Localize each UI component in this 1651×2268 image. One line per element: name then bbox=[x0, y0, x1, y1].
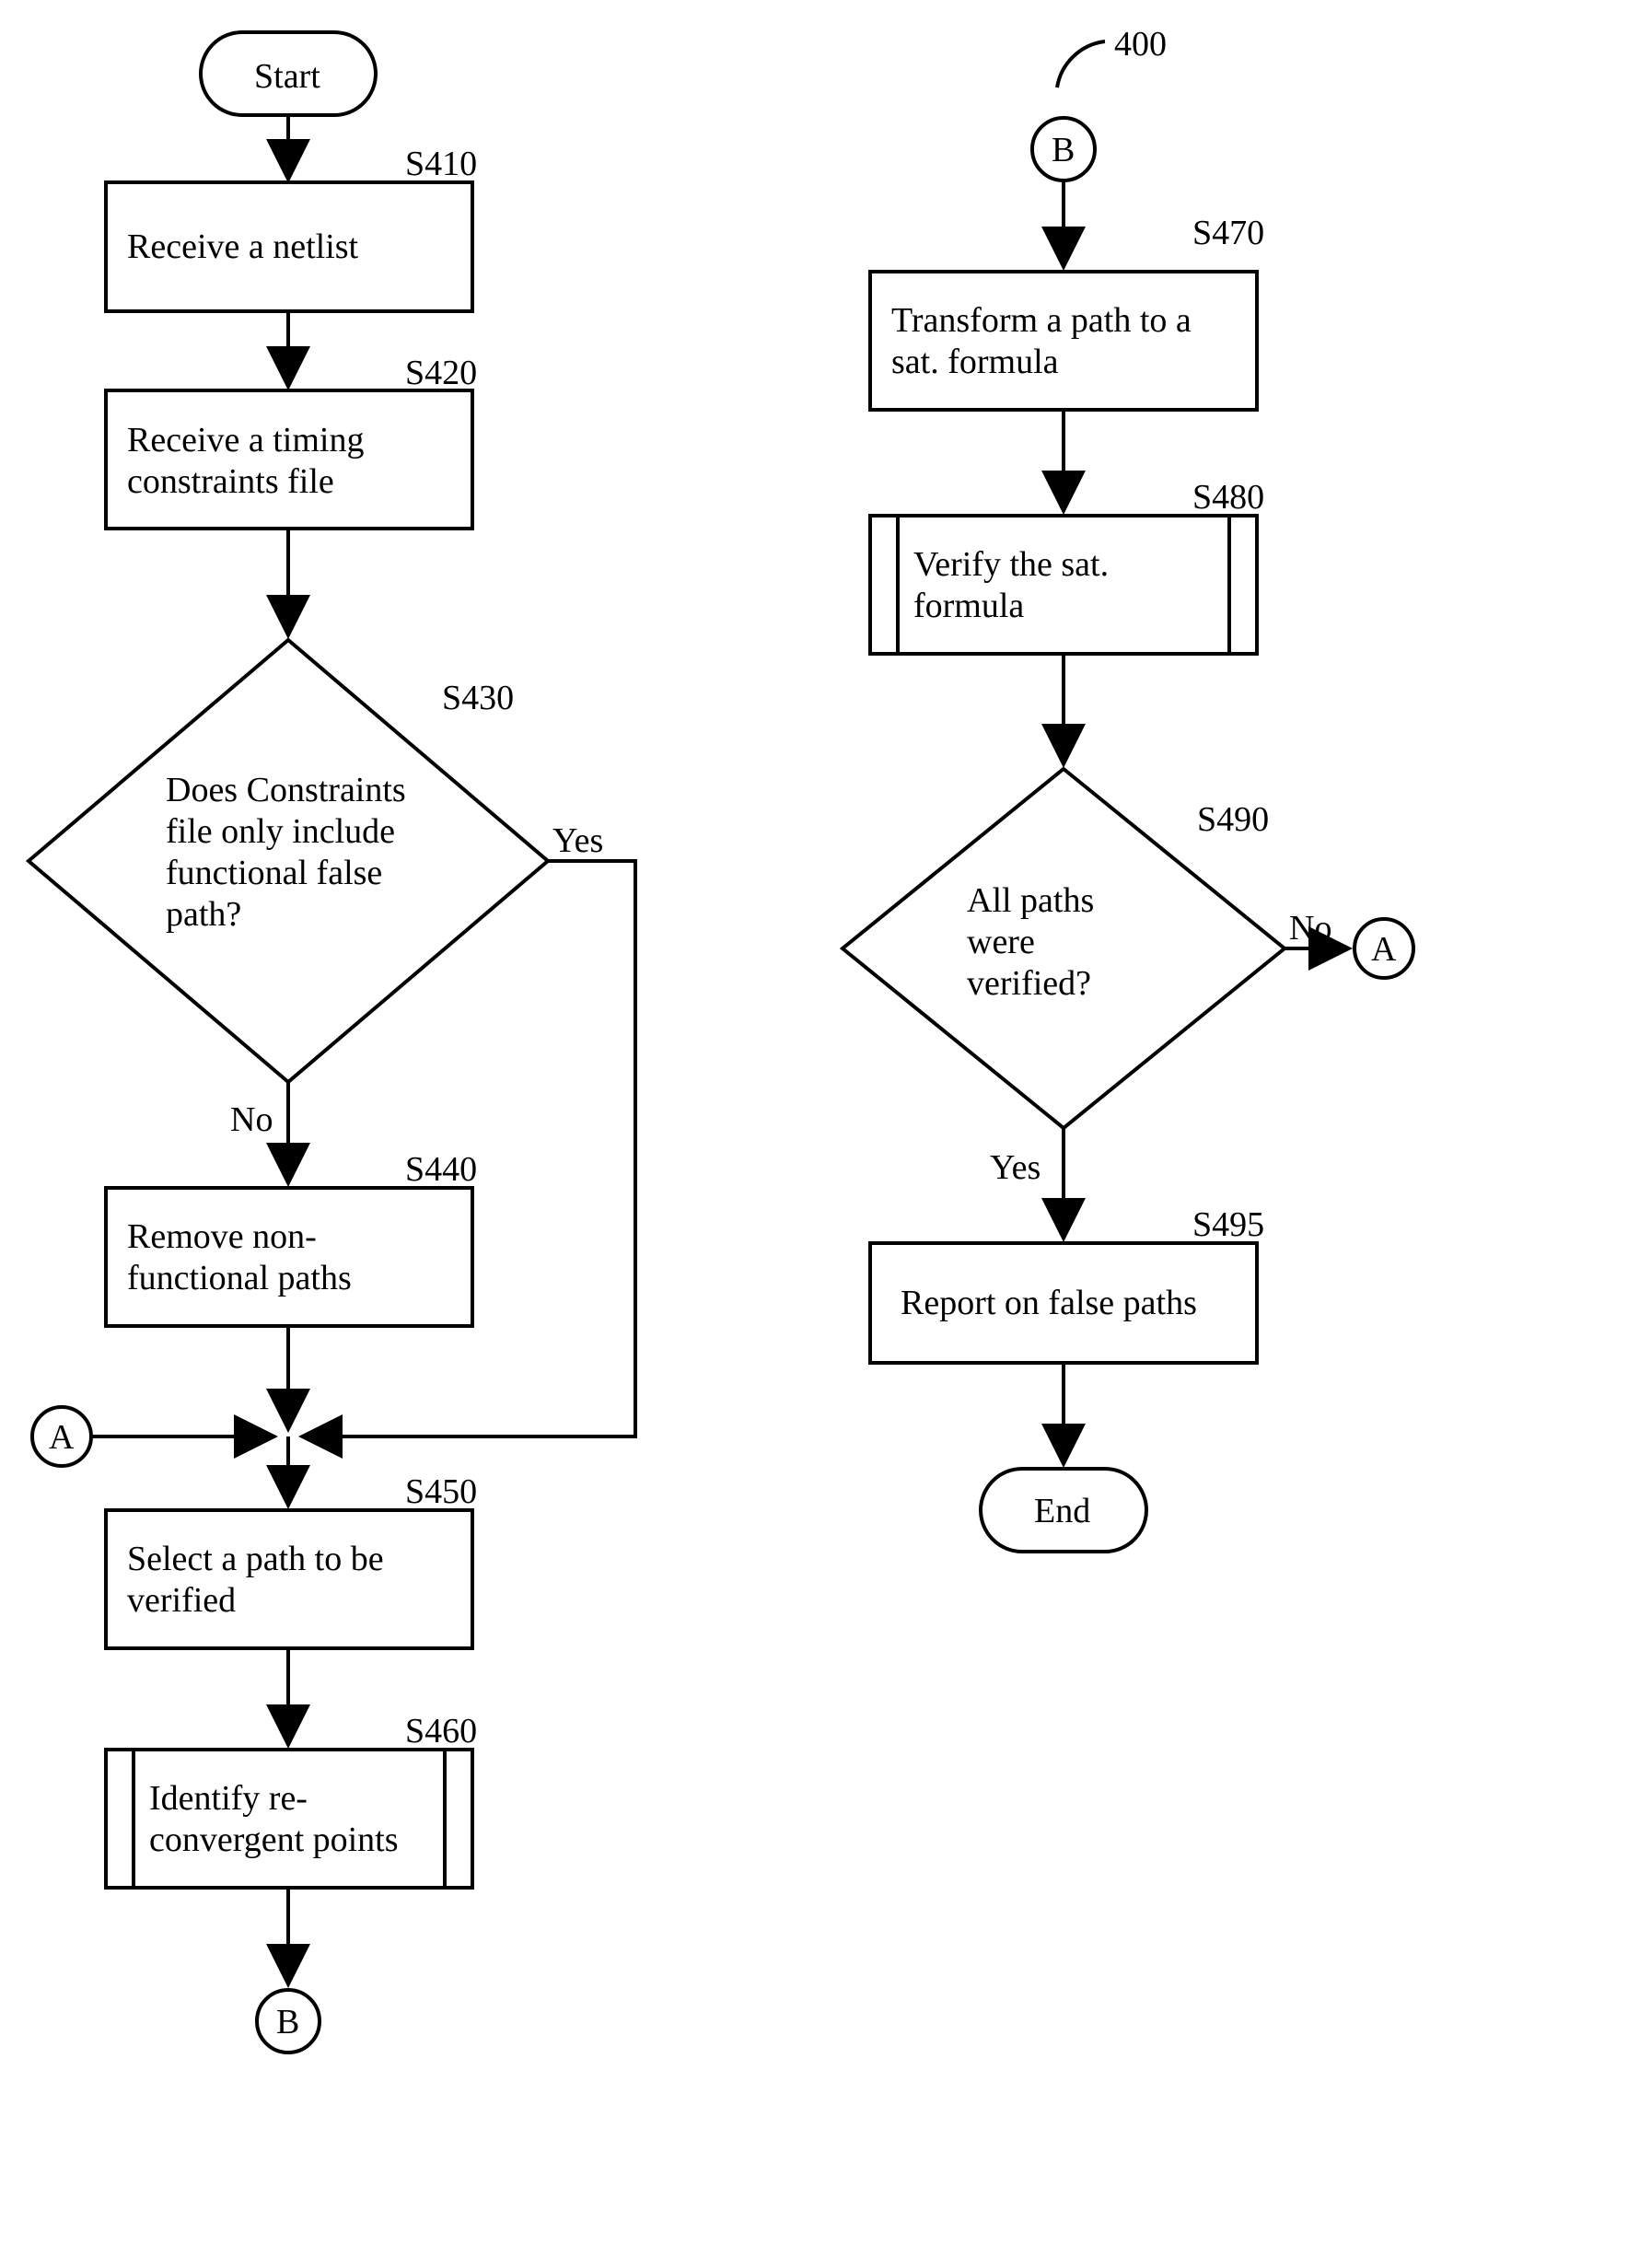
step-s410: S410 Receive a netlist bbox=[106, 145, 477, 311]
step-s470: S470 Transform a path to a sat. formula bbox=[870, 214, 1264, 410]
end-label: End bbox=[1034, 1492, 1090, 1530]
step-s495-text1: Report on false paths bbox=[901, 1284, 1197, 1322]
step-s480: S480 Verify the sat. formula bbox=[870, 478, 1264, 654]
step-s470-label: S470 bbox=[1192, 214, 1264, 252]
step-s460-text2: convergent points bbox=[149, 1820, 399, 1859]
step-s450-text1: Select a path to be bbox=[127, 1540, 384, 1578]
step-s495: S495 Report on false paths bbox=[870, 1205, 1264, 1363]
step-s460: S460 Identify re- convergent points bbox=[106, 1712, 477, 1888]
step-s480-text1: Verify the sat. bbox=[913, 545, 1109, 584]
no-label-s430: No bbox=[230, 1100, 273, 1139]
decision-s430-text3: functional false bbox=[166, 854, 382, 892]
connector-a-right-label: A bbox=[1371, 930, 1397, 969]
connector-a-left: A bbox=[32, 1407, 91, 1466]
start-label: Start bbox=[254, 57, 320, 96]
end-terminator: End bbox=[981, 1469, 1146, 1552]
connector-b-bottom-label: B bbox=[276, 2003, 299, 2041]
step-s450: S450 Select a path to be verified bbox=[106, 1472, 477, 1648]
step-s410-text1: Receive a netlist bbox=[127, 227, 359, 266]
step-s450-text2: verified bbox=[127, 1581, 236, 1620]
connector-a-right: A bbox=[1355, 919, 1413, 978]
step-s495-label: S495 bbox=[1192, 1205, 1264, 1244]
step-s440-label: S440 bbox=[405, 1150, 477, 1189]
step-s470-text1: Transform a path to a bbox=[891, 301, 1192, 340]
step-s420-label: S420 bbox=[405, 354, 477, 392]
step-s460-label: S460 bbox=[405, 1712, 477, 1750]
connector-b-bottom: B bbox=[257, 1990, 320, 2053]
yes-label-s490: Yes bbox=[990, 1148, 1041, 1187]
step-s480-text2: formula bbox=[913, 587, 1024, 625]
connector-b-top: B bbox=[1032, 118, 1095, 180]
decision-s430-label: S430 bbox=[442, 679, 514, 717]
step-s440-text2: functional paths bbox=[127, 1259, 352, 1297]
decision-s490-text2: were bbox=[967, 923, 1035, 961]
decision-s490-text3: verified? bbox=[967, 964, 1091, 1003]
figure-label: 400 bbox=[1057, 25, 1167, 87]
step-s470-text2: sat. formula bbox=[891, 343, 1059, 381]
no-label-s490: No bbox=[1289, 909, 1331, 948]
connector-b-top-label: B bbox=[1052, 131, 1075, 169]
step-s480-label: S480 bbox=[1192, 478, 1264, 517]
step-s440-text1: Remove non- bbox=[127, 1217, 317, 1256]
decision-s490: S490 All paths were verified? bbox=[843, 769, 1285, 1128]
connector-a-left-label: A bbox=[49, 1418, 75, 1457]
step-s410-label: S410 bbox=[405, 145, 477, 183]
yes-label-s430: Yes bbox=[552, 821, 603, 860]
step-s420-text1: Receive a timing bbox=[127, 421, 364, 459]
decision-s490-text1: All paths bbox=[967, 881, 1094, 920]
step-s450-label: S450 bbox=[405, 1472, 477, 1511]
decision-s430: S430 Does Constraints file only include … bbox=[29, 640, 548, 1082]
decision-s490-label: S490 bbox=[1197, 800, 1269, 839]
step-s420: S420 Receive a timing constraints file bbox=[106, 354, 477, 529]
figure-label-text: 400 bbox=[1114, 25, 1167, 64]
step-s420-text2: constraints file bbox=[127, 462, 334, 501]
decision-s430-text4: path? bbox=[166, 895, 241, 934]
step-s460-text1: Identify re- bbox=[149, 1779, 308, 1818]
step-s440: S440 Remove non- functional paths bbox=[106, 1150, 477, 1326]
decision-s430-text2: file only include bbox=[166, 812, 395, 851]
start-terminator: Start bbox=[201, 32, 376, 115]
decision-s430-text1: Does Constraints bbox=[166, 771, 406, 809]
